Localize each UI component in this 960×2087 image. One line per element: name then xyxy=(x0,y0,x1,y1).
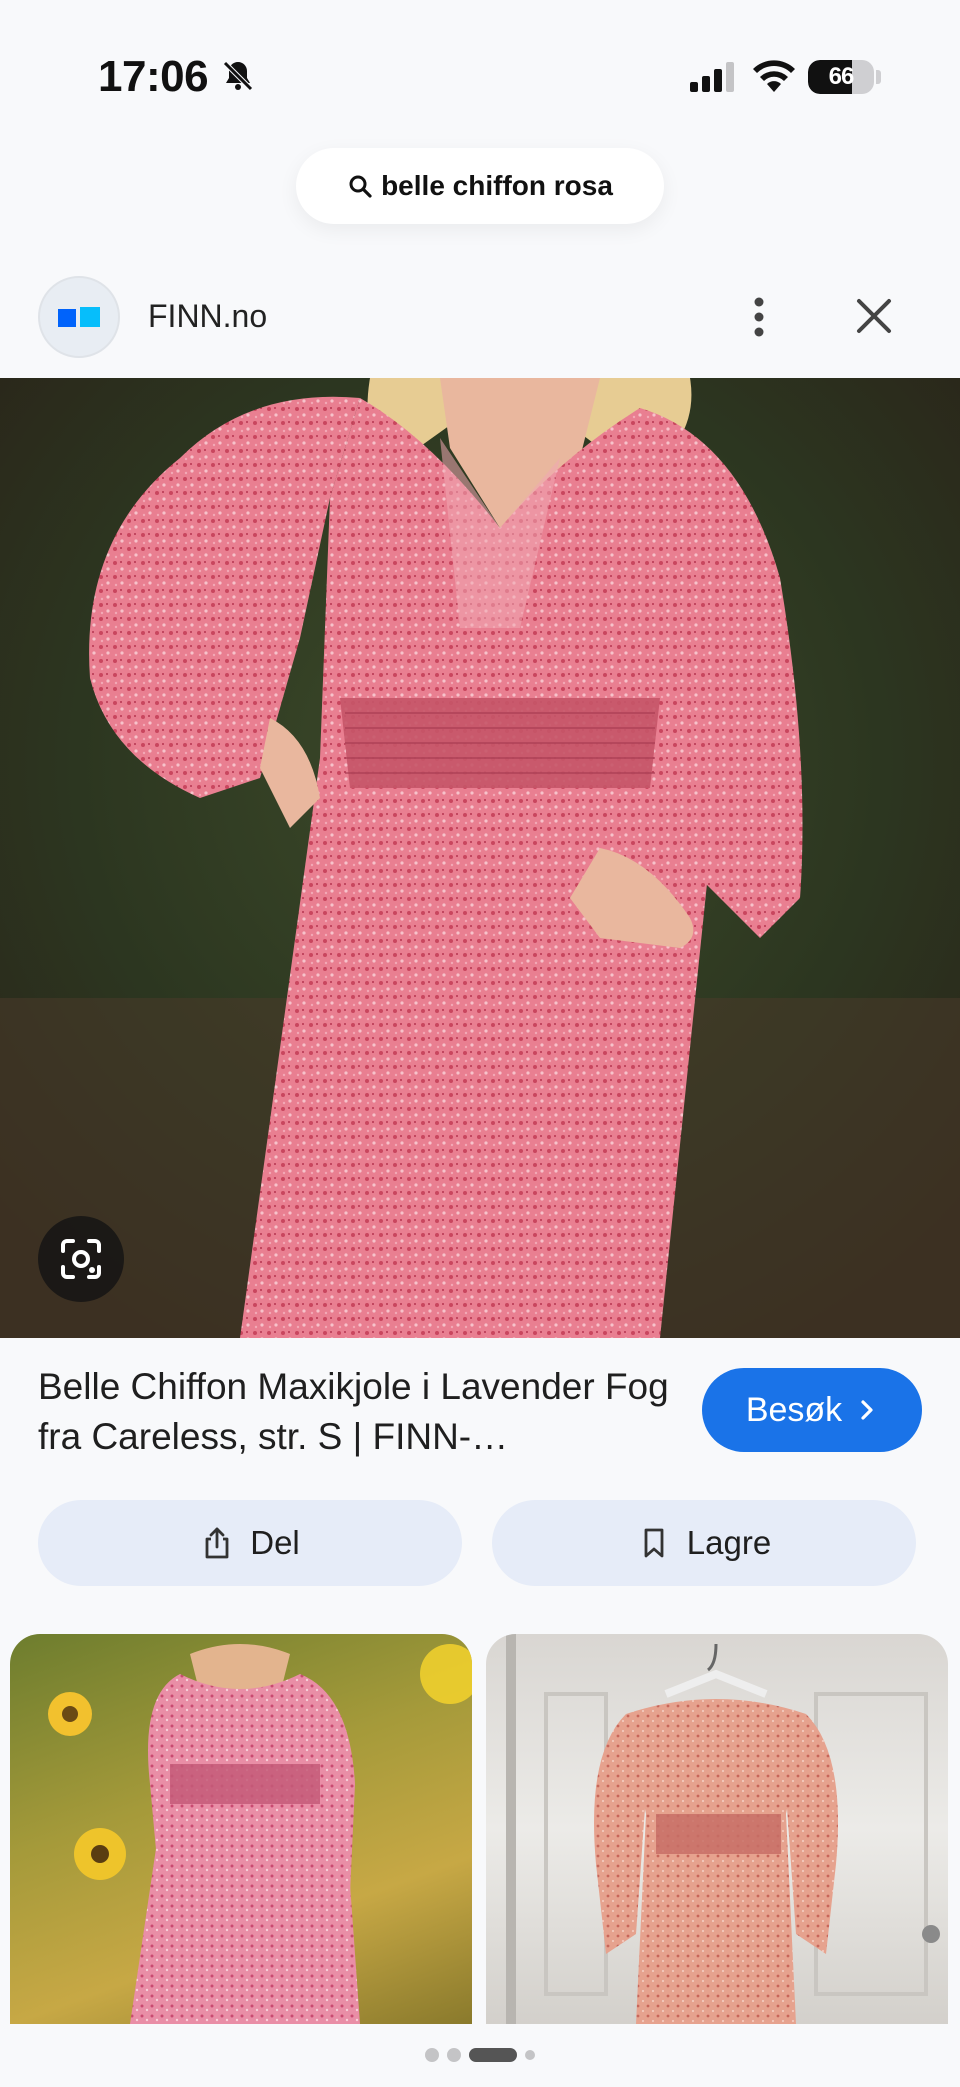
visit-button[interactable]: Besøk xyxy=(702,1368,922,1452)
share-icon xyxy=(205,1527,229,1559)
save-label: Lagre xyxy=(686,1524,772,1561)
product-photo xyxy=(0,378,960,1338)
finn-logo-icon xyxy=(58,307,100,327)
more-vert-icon[interactable] xyxy=(742,294,776,340)
close-icon[interactable] xyxy=(854,296,894,336)
status-bar: 17:06 66 xyxy=(0,0,960,150)
search-query-pill[interactable]: belle chiffon rosa xyxy=(296,148,664,224)
page-dot xyxy=(447,2048,461,2062)
related-photo-2 xyxy=(506,1634,940,2024)
related-image-1[interactable] xyxy=(10,1634,472,2024)
battery-icon: 66 xyxy=(808,60,874,94)
search-icon xyxy=(349,175,372,198)
visit-label: Besøk xyxy=(745,1390,843,1429)
bookmark-icon xyxy=(644,1528,664,1558)
finn-logo[interactable] xyxy=(38,276,120,358)
page-dot xyxy=(425,2048,439,2062)
google-lens-button[interactable] xyxy=(38,1216,124,1302)
share-label: Del xyxy=(250,1524,300,1561)
source-name[interactable]: FINN.no xyxy=(148,298,267,335)
save-button[interactable]: Lagre xyxy=(492,1500,916,1586)
source-header: FINN.no xyxy=(0,272,960,376)
page-indicator xyxy=(0,2044,960,2066)
google-lens-icon xyxy=(61,1239,101,1279)
related-photo-1 xyxy=(48,1644,472,2024)
chevron-right-icon xyxy=(861,1400,873,1420)
bell-off-icon xyxy=(223,61,253,91)
status-time: 17:06 xyxy=(98,52,209,101)
related-image-2[interactable] xyxy=(486,1634,948,2024)
cellular-signal-icon xyxy=(690,62,734,92)
search-query-text: belle chiffon rosa xyxy=(381,170,613,201)
battery-percentage: 66 xyxy=(828,63,855,90)
wifi-icon xyxy=(753,60,795,92)
share-button[interactable]: Del xyxy=(38,1500,462,1586)
page-dot-active xyxy=(469,2048,517,2062)
product-image[interactable] xyxy=(0,378,960,1338)
result-title[interactable]: Belle Chiffon Maxikjole i Lavender Fog f… xyxy=(38,1362,678,1462)
battery-cap xyxy=(876,70,881,84)
page-dot xyxy=(525,2050,535,2060)
